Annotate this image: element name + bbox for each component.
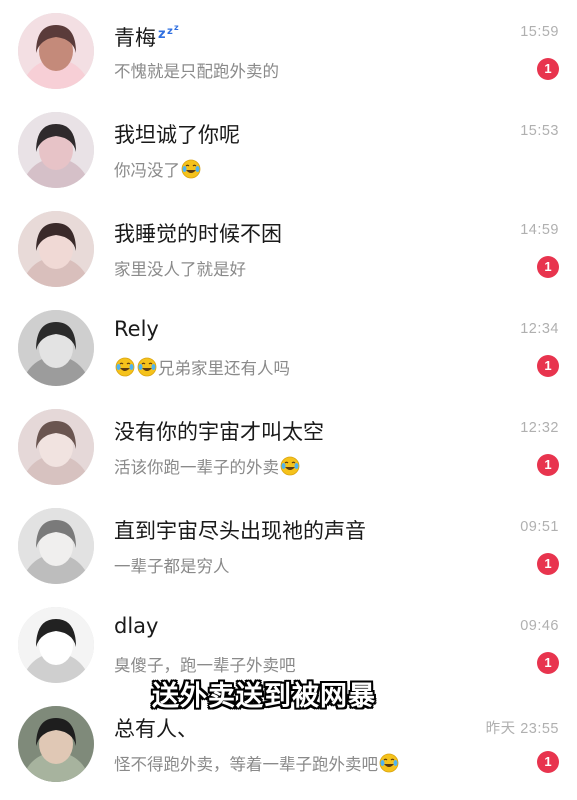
chat-name-text: Rely bbox=[114, 317, 159, 341]
video-caption: 送外卖送到被网暴 bbox=[152, 681, 376, 712]
chat-row[interactable]: Rely 兄弟家里还有人吗 12:34 1 bbox=[0, 299, 577, 397]
chat-preview-text: 家里没人了就是好 bbox=[114, 260, 246, 279]
chat-preview: 兄弟家里还有人吗 bbox=[114, 355, 290, 379]
chat-time: 15:59 bbox=[520, 24, 559, 40]
avatar[interactable] bbox=[18, 508, 94, 584]
chat-name: 总有人、 bbox=[114, 713, 198, 743]
avatar[interactable] bbox=[18, 607, 94, 683]
unread-badge: 1 bbox=[537, 652, 559, 674]
chat-time: 昨天 23:55 bbox=[485, 721, 559, 737]
chat-time: 14:59 bbox=[520, 222, 559, 238]
tears-of-joy-emoji-icon bbox=[137, 357, 157, 377]
chat-time: 12:32 bbox=[520, 420, 559, 436]
tears-of-joy-emoji-icon bbox=[181, 159, 201, 179]
chat-name: 我睡觉的时候不困 bbox=[114, 218, 282, 248]
svg-text:z: z bbox=[174, 23, 179, 32]
chat-preview: 你冯没了 bbox=[114, 157, 202, 181]
avatar[interactable] bbox=[18, 310, 94, 386]
avatar[interactable] bbox=[18, 13, 94, 89]
chat-row[interactable]: 我坦诚了你呢你冯没了 15:53 bbox=[0, 101, 577, 199]
chat-name: 青梅 z z z bbox=[114, 20, 184, 52]
chat-time: 09:46 bbox=[520, 618, 559, 634]
chat-name: 我坦诚了你呢 bbox=[114, 119, 240, 149]
chat-name-text: 直到宇宙尽头出现祂的声音 bbox=[114, 519, 366, 543]
chat-preview: 一辈子都是穷人 bbox=[114, 553, 230, 577]
chat-preview: 不愧就是只配跑外卖的 bbox=[114, 58, 279, 82]
chat-preview-text: 你冯没了 bbox=[114, 161, 180, 180]
chat-preview: 臭傻子，跑一辈子外卖吧 bbox=[114, 652, 296, 676]
chat-time: 15:53 bbox=[520, 123, 559, 139]
unread-badge: 1 bbox=[537, 58, 559, 80]
chat-time: 12:34 bbox=[520, 321, 559, 337]
chat-preview-text: 一辈子都是穷人 bbox=[114, 557, 230, 576]
chat-name: 直到宇宙尽头出现祂的声音 bbox=[114, 515, 366, 545]
chat-name: Rely bbox=[114, 317, 159, 341]
svg-text:z: z bbox=[158, 27, 166, 39]
chat-preview: 活该你跑一辈子的外卖 bbox=[114, 454, 301, 478]
avatar[interactable] bbox=[18, 409, 94, 485]
unread-badge: 1 bbox=[537, 454, 559, 476]
chat-preview: 家里没人了就是好 bbox=[114, 256, 246, 280]
unread-badge: 1 bbox=[537, 256, 559, 278]
chat-name: dlay bbox=[114, 614, 158, 638]
chat-row[interactable]: 青梅 z z z 不愧就是只配跑外卖的 15:59 1 bbox=[0, 2, 577, 100]
avatar[interactable] bbox=[18, 112, 94, 188]
chat-row[interactable]: 我睡觉的时候不困家里没人了就是好 14:59 1 bbox=[0, 200, 577, 298]
chat-row[interactable]: 没有你的宇宙才叫太空活该你跑一辈子的外卖 12:32 1 bbox=[0, 398, 577, 496]
chat-preview-text: 活该你跑一辈子的外卖 bbox=[114, 458, 279, 477]
chat-row[interactable]: 直到宇宙尽头出现祂的声音一辈子都是穷人 09:51 1 bbox=[0, 497, 577, 595]
chat-preview-text: 臭傻子，跑一辈子外卖吧 bbox=[114, 656, 296, 675]
svg-text:z: z bbox=[167, 26, 173, 37]
chat-preview: 怪不得跑外卖，等着一辈子跑外卖吧 bbox=[114, 751, 400, 775]
sleeping-zzz-icon: zzz bbox=[158, 20, 184, 44]
chat-name: 没有你的宇宙才叫太空 bbox=[114, 416, 324, 446]
chat-name-text: 没有你的宇宙才叫太空 bbox=[114, 420, 324, 444]
tears-of-joy-emoji-icon bbox=[379, 753, 399, 773]
chat-name-text: 我睡觉的时候不困 bbox=[114, 222, 282, 246]
chat-time: 09:51 bbox=[520, 519, 559, 535]
avatar[interactable] bbox=[18, 706, 94, 782]
chat-name-text: 我坦诚了你呢 bbox=[114, 123, 240, 147]
tears-of-joy-emoji-icon bbox=[115, 357, 135, 377]
chat-name-text: dlay bbox=[114, 614, 159, 638]
unread-badge: 1 bbox=[537, 751, 559, 773]
unread-badge: 1 bbox=[537, 553, 559, 575]
tears-of-joy-emoji-icon bbox=[280, 456, 300, 476]
unread-badge: 1 bbox=[537, 355, 559, 377]
chat-preview-text: 不愧就是只配跑外卖的 bbox=[114, 62, 279, 81]
chat-preview-text: 兄弟家里还有人吗 bbox=[158, 359, 290, 378]
chat-preview-text: 怪不得跑外卖，等着一辈子跑外卖吧 bbox=[114, 755, 378, 774]
avatar[interactable] bbox=[18, 211, 94, 287]
chat-name-text: 青梅 bbox=[114, 26, 156, 50]
chat-name-text: 总有人、 bbox=[114, 717, 198, 741]
